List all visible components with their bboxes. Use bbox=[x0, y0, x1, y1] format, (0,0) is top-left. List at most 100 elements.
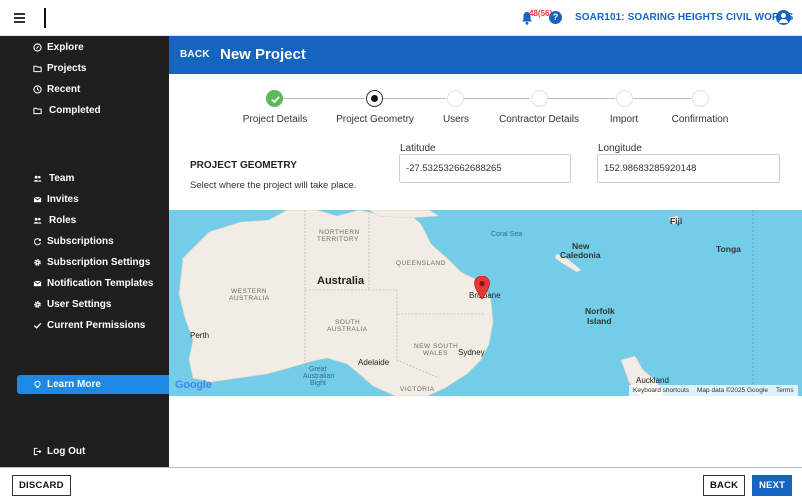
map-label-coral-sea: Coral Sea bbox=[491, 231, 523, 238]
map-label-victoria: VICTORIA bbox=[400, 386, 435, 393]
map-landmass bbox=[178, 210, 754, 396]
app-root: 48(56) ? SOAR101: SOARING HEIGHTS CIVIL … bbox=[0, 0, 802, 502]
organization-name[interactable]: SOAR101: SOARING HEIGHTS CIVIL WORKS bbox=[575, 12, 793, 23]
sidebar-item-subscription-settings[interactable]: Subscription Settings bbox=[32, 254, 150, 270]
sidebar-item-label: Invites bbox=[47, 193, 79, 205]
gear-icon bbox=[32, 299, 42, 309]
sidebar-item-label: Roles bbox=[49, 214, 77, 226]
map-label-fiji: Fiji bbox=[670, 216, 683, 226]
topbar-divider bbox=[44, 8, 46, 28]
stepper-connector bbox=[633, 98, 691, 99]
logout-icon bbox=[32, 446, 42, 456]
map-label-tonga: Tonga bbox=[716, 244, 741, 254]
sidebar-item-label: Subscription Settings bbox=[47, 256, 151, 268]
google-logo: Google bbox=[175, 379, 212, 391]
sidebar-item-notification-templates[interactable]: Notification Templates bbox=[32, 275, 154, 291]
map-label-sydney: Sydney bbox=[458, 348, 485, 357]
step-confirmation-indicator[interactable] bbox=[692, 90, 709, 107]
sidebar-item-label: Log Out bbox=[47, 445, 86, 457]
sidebar-item-recent[interactable]: Recent bbox=[32, 81, 80, 97]
map-pin-icon[interactable] bbox=[474, 276, 490, 300]
help-icon[interactable]: ? bbox=[549, 11, 562, 24]
page-footer: DISCARD BACK NEXT bbox=[0, 467, 802, 502]
step-import-indicator[interactable] bbox=[616, 90, 633, 107]
menu-icon[interactable] bbox=[14, 13, 25, 23]
sidebar-item-label: Subscriptions bbox=[47, 235, 114, 247]
discard-button[interactable]: DISCARD bbox=[12, 475, 71, 496]
learn-more-button[interactable]: Learn More bbox=[17, 375, 169, 394]
map-data-attribution: Map data ©2025 Google bbox=[697, 387, 768, 394]
map-label-new-south-wales: WALES bbox=[423, 350, 449, 357]
longitude-input[interactable] bbox=[597, 154, 780, 183]
sidebar-item-label: User Settings bbox=[47, 298, 112, 310]
map-label-norfolk-island: Norfolk bbox=[585, 306, 615, 316]
sidebar-item-roles[interactable]: Roles bbox=[32, 212, 76, 228]
map-attribution: Keyboard shortcuts Map data ©2025 Google… bbox=[629, 385, 798, 396]
sidebar-item-label: Explore bbox=[47, 41, 84, 53]
check-icon bbox=[271, 96, 280, 104]
step-project-details-indicator[interactable] bbox=[266, 90, 283, 107]
sidebar-item-label: Projects bbox=[47, 62, 87, 74]
step-project-geometry-indicator[interactable] bbox=[366, 90, 383, 107]
map-label-norfolk-island: Island bbox=[587, 316, 612, 326]
map-label-western-australia: AUSTRALIA bbox=[229, 295, 270, 302]
sidebar-item-logout[interactable]: Log Out bbox=[32, 443, 85, 459]
stepper-connector bbox=[464, 98, 530, 99]
step-label-confirmation[interactable]: Confirmation bbox=[672, 114, 729, 125]
map-label-western-australia: WESTERN bbox=[231, 288, 267, 295]
step-label-project-details[interactable]: Project Details bbox=[243, 114, 307, 125]
clock-icon bbox=[32, 84, 42, 94]
compass-icon bbox=[32, 42, 42, 52]
sidebar-item-subscriptions[interactable]: Subscriptions bbox=[32, 233, 114, 249]
header-back-button[interactable]: BACK bbox=[180, 49, 210, 60]
map-label-australia: Australia bbox=[317, 275, 365, 287]
gear-icon bbox=[32, 257, 42, 267]
sidebar-item-current-permissions[interactable]: Current Permissions bbox=[32, 317, 145, 333]
map-label-south-australia: SOUTH bbox=[335, 319, 361, 326]
step-label-project-geometry[interactable]: Project Geometry bbox=[336, 114, 414, 125]
sidebar-item-team[interactable]: Team bbox=[32, 170, 74, 186]
keyboard-shortcuts-link[interactable]: Keyboard shortcuts bbox=[633, 387, 689, 394]
learn-more-label: Learn More bbox=[47, 379, 101, 390]
latitude-input[interactable] bbox=[399, 154, 571, 183]
sidebar: Explore Projects Recent Completed Team I… bbox=[0, 36, 169, 467]
map-label-queensland: QUEENSLAND bbox=[396, 260, 446, 267]
account-avatar-icon[interactable] bbox=[776, 10, 791, 25]
next-button[interactable]: NEXT bbox=[752, 475, 793, 496]
map-label-northern-territory: NORTHERN bbox=[319, 229, 360, 236]
folder-icon bbox=[32, 63, 42, 73]
map-label-auckland: Auckland bbox=[636, 376, 669, 385]
step-label-contractor-details[interactable]: Contractor Details bbox=[499, 114, 579, 125]
page-header: BACK New Project bbox=[169, 36, 802, 74]
step-label-users[interactable]: Users bbox=[443, 114, 469, 125]
map-label-great-australian-bight: Bight bbox=[310, 380, 326, 387]
latitude-label: Latitude bbox=[400, 143, 436, 154]
map-view[interactable]: NORTHERN TERRITORY QUEENSLAND WESTERN AU… bbox=[169, 210, 802, 396]
check-icon bbox=[32, 320, 42, 330]
people-icon bbox=[32, 215, 42, 225]
section-description: Select where the project will take place… bbox=[190, 180, 357, 191]
sidebar-item-explore[interactable]: Explore bbox=[32, 39, 84, 55]
map-label-northern-territory: TERRITORY bbox=[317, 236, 359, 243]
envelope-icon bbox=[32, 194, 42, 204]
page-title: New Project bbox=[220, 46, 306, 63]
sidebar-item-projects[interactable]: Projects bbox=[32, 60, 86, 76]
lightbulb-icon bbox=[32, 380, 42, 390]
back-button[interactable]: BACK bbox=[703, 475, 746, 496]
sidebar-item-completed[interactable]: Completed bbox=[32, 102, 101, 118]
sidebar-item-label: Current Permissions bbox=[47, 319, 146, 331]
step-contractor-details-indicator[interactable] bbox=[531, 90, 548, 107]
stepper-connector bbox=[383, 98, 446, 99]
sidebar-item-user-settings[interactable]: User Settings bbox=[32, 296, 111, 312]
map-label-new-south-wales: NEW SOUTH bbox=[414, 343, 459, 350]
step-users-indicator[interactable] bbox=[447, 90, 464, 107]
step-label-import[interactable]: Import bbox=[610, 114, 638, 125]
map-label-south-australia: AUSTRALIA bbox=[327, 326, 368, 333]
folder-check-icon bbox=[32, 105, 42, 115]
sidebar-item-label: Notification Templates bbox=[47, 277, 154, 289]
sidebar-item-invites[interactable]: Invites bbox=[32, 191, 79, 207]
terms-link[interactable]: Terms bbox=[776, 387, 794, 394]
stepper-connector bbox=[548, 98, 615, 99]
top-bar: 48(56) ? SOAR101: SOARING HEIGHTS CIVIL … bbox=[0, 0, 802, 36]
stepper-connector bbox=[283, 98, 365, 99]
